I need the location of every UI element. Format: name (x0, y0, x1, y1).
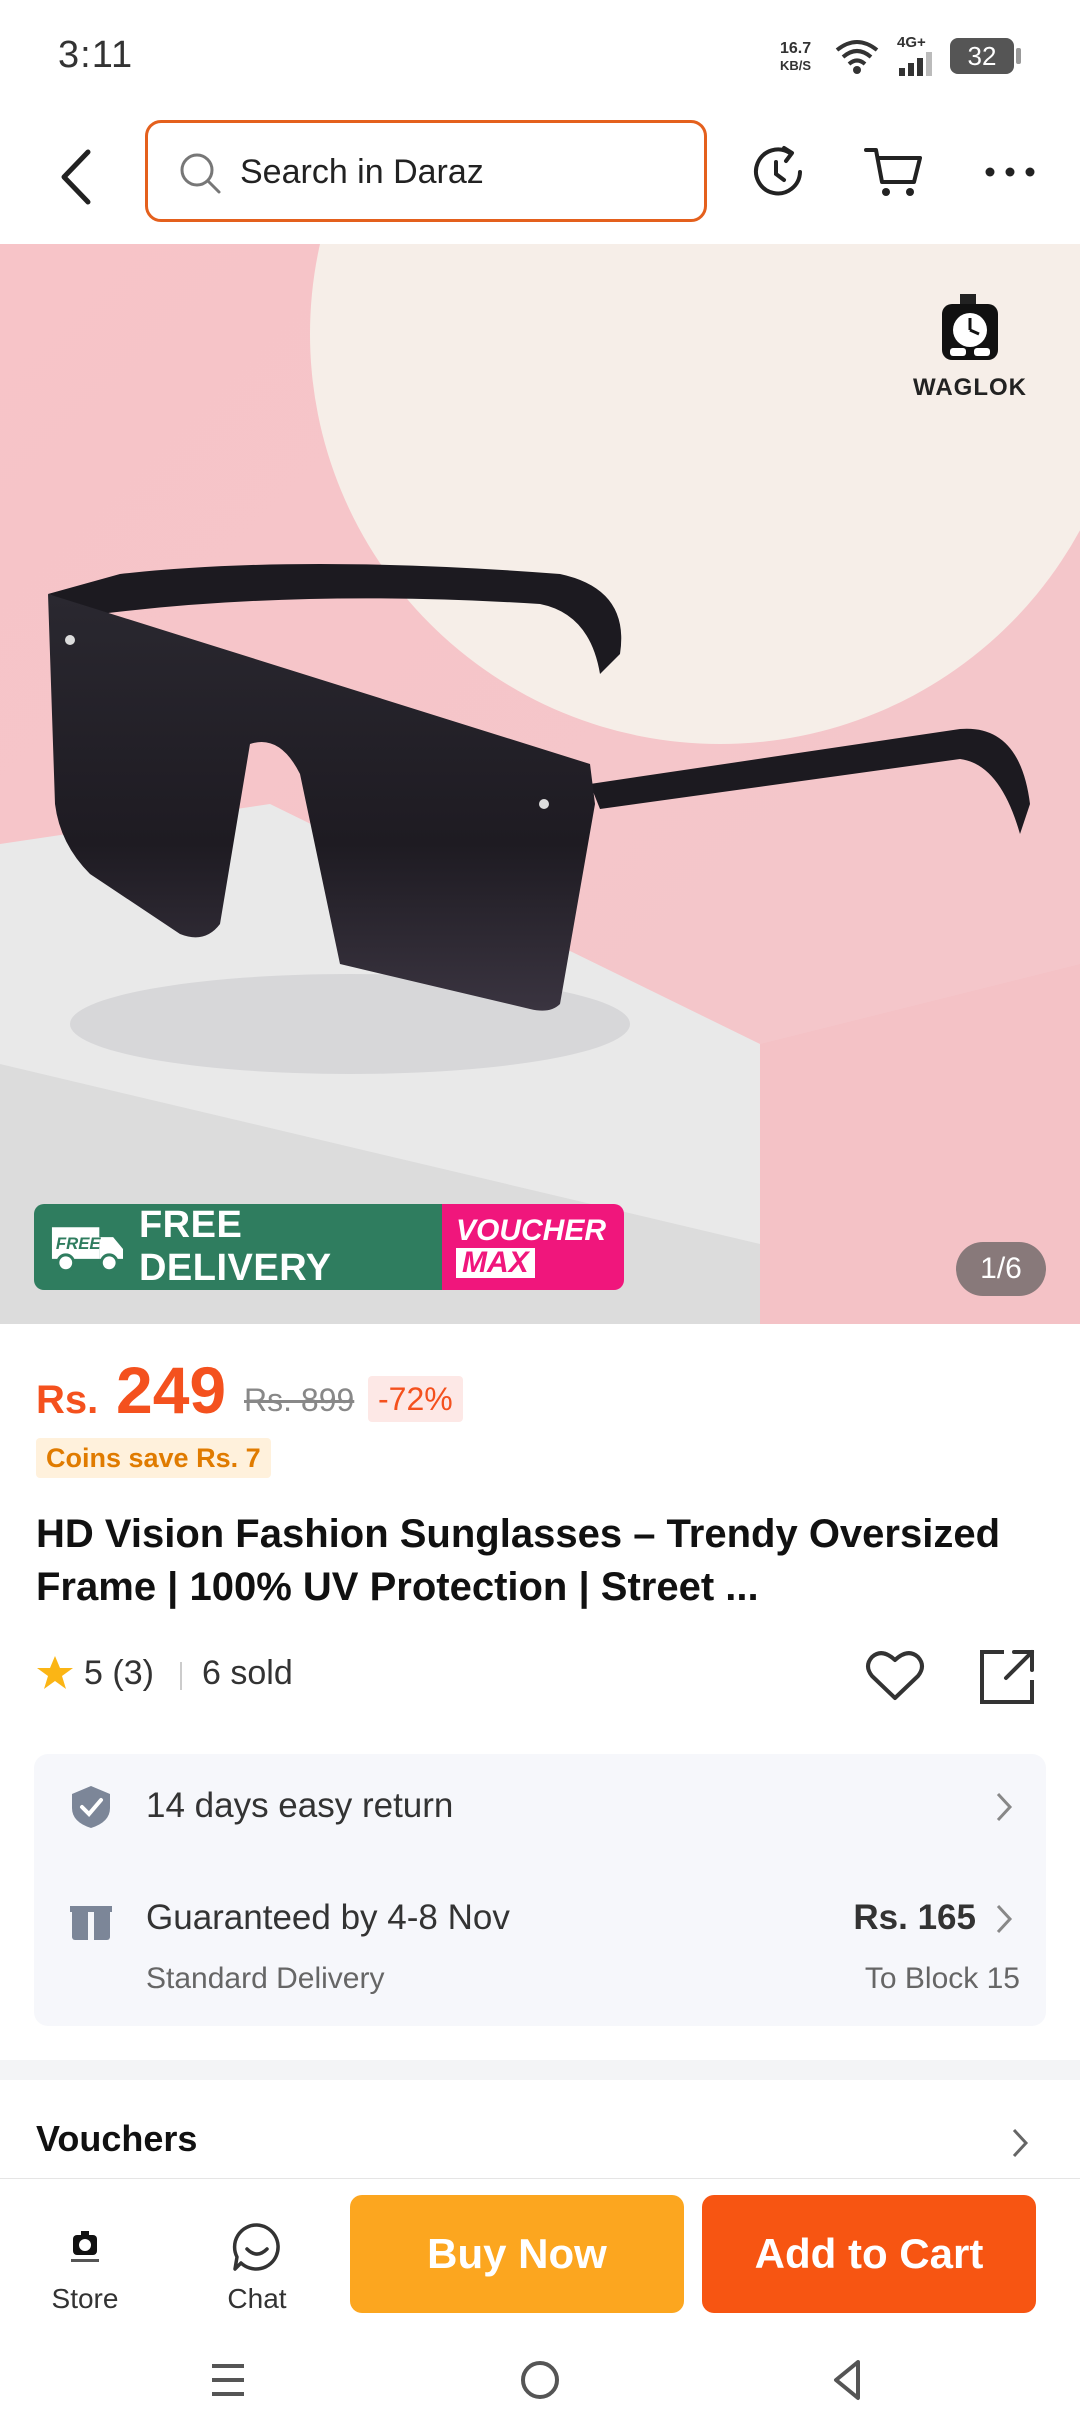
free-delivery-badge: FREE FREE DELIVERY (34, 1204, 442, 1290)
free-delivery-label: FREE DELIVERY (138, 1204, 332, 1289)
free-badge-text: FREE (56, 1234, 102, 1253)
back-nav-icon[interactable] (818, 2350, 878, 2410)
chevron-right-icon (996, 1904, 1013, 1934)
delivery-truck-icon: FREE (51, 1227, 124, 1273)
delivery-location: To Block 15 (864, 1962, 1020, 1995)
delivery-label: Guaranteed by 4-8 Nov (146, 1898, 510, 1937)
brand-name: WAGLOK (913, 374, 1027, 401)
delivery-price: Rs. 165 (853, 1898, 976, 1937)
price-currency: Rs. (36, 1378, 99, 1422)
speed-unit: KB/S (780, 58, 812, 73)
speed-value: 16.7 (780, 40, 812, 57)
back-icon[interactable] (48, 142, 108, 212)
status-bar: 3:11 16.7 KB/S 4G+ 32 (0, 0, 1080, 110)
brand-logo: WAGLOK (910, 290, 1030, 402)
rating-count: (3) (112, 1654, 154, 1692)
network-type: 4G+ (897, 34, 926, 51)
add-to-cart-button[interactable]: Add to Cart (702, 2195, 1036, 2313)
chat-icon (232, 2223, 280, 2271)
watch-logo-icon (942, 294, 998, 360)
product-image-carousel[interactable]: WAGLOK FREE FREE DELIVERY VOUCHER MAX 1/… (0, 244, 1080, 1324)
chat-label: Chat (227, 2283, 287, 2314)
history-icon[interactable] (746, 140, 810, 204)
coins-badge: Coins save Rs. 7 (36, 1438, 271, 1478)
product-title: HD Vision Fashion Sunglasses – Trendy Ov… (36, 1512, 1001, 1609)
chat-button[interactable]: Chat (202, 2219, 312, 2315)
product-photo (0, 244, 1080, 1324)
search-icon (180, 153, 221, 194)
voucher-max-badge: VOUCHER MAX (442, 1204, 624, 1290)
heart-icon[interactable] (864, 1648, 926, 1704)
status-time: 3:11 (58, 34, 134, 76)
top-header: Search in Daraz (0, 110, 1080, 244)
more-icon[interactable] (978, 140, 1042, 204)
chevron-right-icon (1012, 2128, 1029, 2158)
rating-divider (180, 1662, 182, 1690)
discount-badge: -72% (368, 1376, 463, 1422)
rating-score: 5 (84, 1654, 103, 1692)
delivery-type: Standard Delivery (146, 1962, 385, 1995)
cellular-icon: 4G+ (893, 34, 937, 76)
section-divider (0, 2060, 1080, 2080)
voucher-max-label: MAX (456, 1248, 535, 1278)
network-speed: 16.7 KB/S (780, 40, 811, 74)
promo-banner: FREE FREE DELIVERY VOUCHER MAX (34, 1204, 624, 1290)
chevron-right-icon (996, 1792, 1013, 1822)
cart-icon[interactable] (862, 140, 926, 204)
home-icon[interactable] (510, 2350, 570, 2410)
vouchers-title: Vouchers (36, 2118, 198, 2159)
star-icon (37, 1656, 73, 1689)
share-icon[interactable] (976, 1646, 1038, 1708)
original-price: Rs. 899 (244, 1382, 355, 1418)
system-nav-bar (0, 2320, 1080, 2436)
return-label: 14 days easy return (146, 1786, 454, 1825)
shield-icon (72, 1786, 110, 1828)
search-placeholder: Search in Daraz (240, 153, 484, 191)
battery-level: 32 (950, 38, 1014, 74)
search-input[interactable]: Search in Daraz (145, 120, 707, 222)
rating-row: 5 (3) 6 sold (36, 1648, 1046, 1704)
rating-summary[interactable]: 5 (3) (84, 1654, 154, 1693)
image-page-indicator: 1/6 (956, 1242, 1046, 1296)
vouchers-row[interactable]: Vouchers (0, 2080, 1080, 2180)
recent-apps-icon[interactable] (198, 2350, 258, 2410)
store-icon (71, 2231, 99, 2262)
store-button[interactable]: Store (30, 2219, 140, 2315)
gift-box-icon (70, 1906, 112, 1940)
bottom-action-bar: Store Chat Buy Now Add to Cart (0, 2178, 1080, 2320)
voucher-label: VOUCHER (456, 1214, 607, 1247)
sold-count: 6 sold (202, 1654, 293, 1692)
store-label: Store (51, 2283, 119, 2314)
price-row: Rs. 249 Rs. 899 -72% (36, 1352, 1036, 1432)
buy-now-button[interactable]: Buy Now (350, 2195, 684, 2313)
current-price: 249 (116, 1353, 227, 1427)
wifi-icon (835, 40, 879, 74)
service-card: 14 days easy return Guaranteed by 4-8 No… (34, 1754, 1046, 2026)
battery-icon: 32 (950, 38, 1022, 74)
